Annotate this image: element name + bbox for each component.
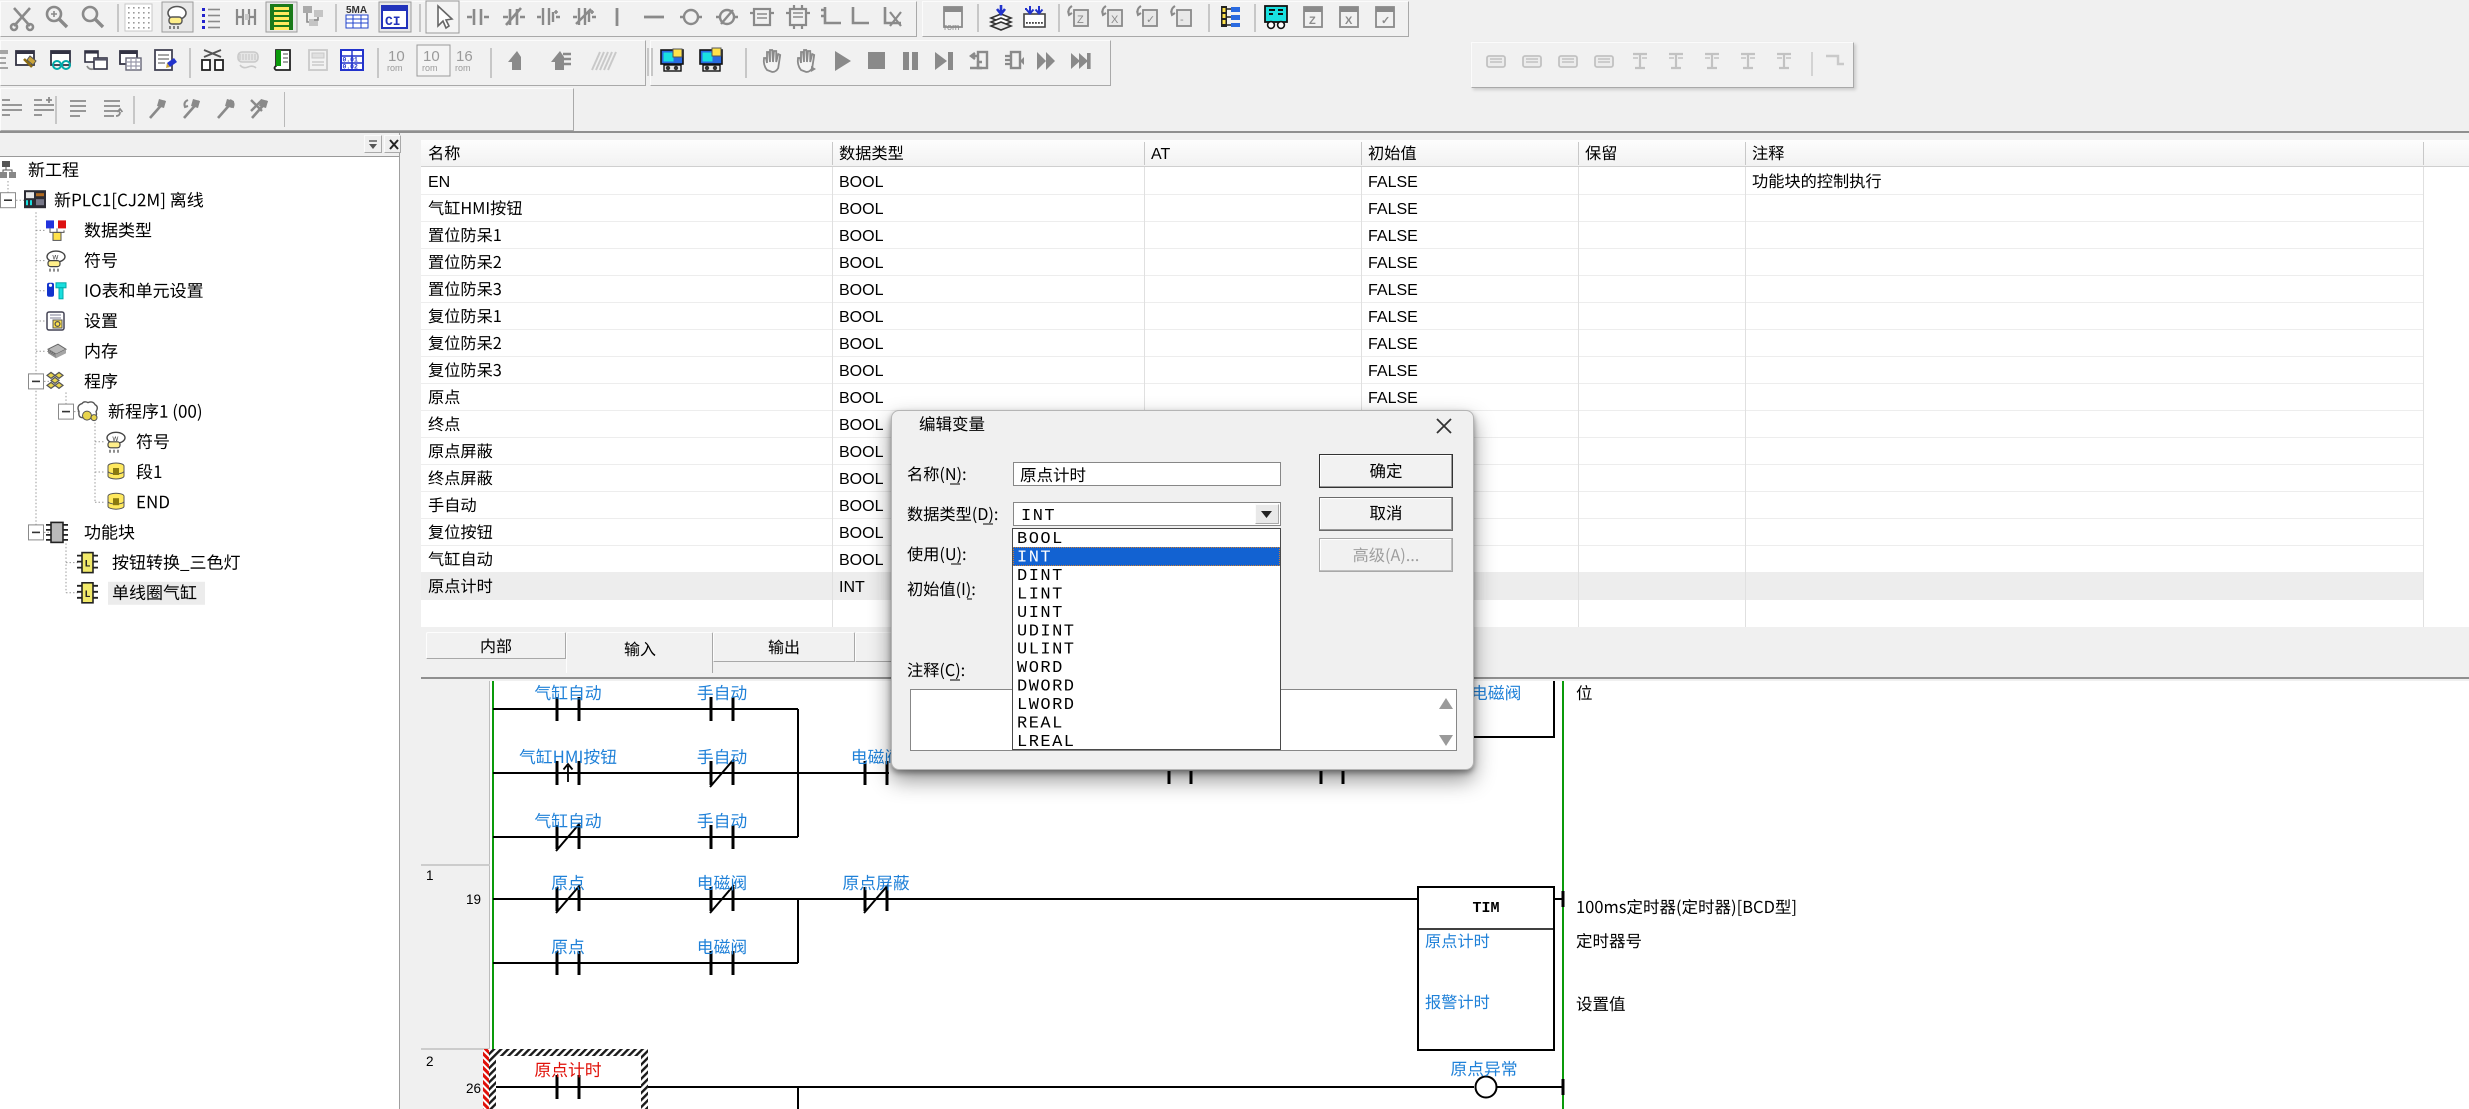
svg-text:DWORD: DWORD bbox=[1017, 678, 1076, 697]
svg-text:UDINT: UDINT bbox=[1017, 622, 1076, 641]
svg-text:DINT: DINT bbox=[1017, 567, 1064, 586]
svg-text:LWORD: LWORD bbox=[1017, 696, 1076, 715]
svg-text:INT: INT bbox=[1021, 507, 1056, 526]
svg-text:UINT: UINT bbox=[1017, 604, 1064, 623]
svg-text:ULINT: ULINT bbox=[1017, 641, 1076, 660]
svg-text:BOOL: BOOL bbox=[1017, 530, 1064, 549]
svg-text:LREAL: LREAL bbox=[1017, 733, 1076, 752]
svg-text:WORD: WORD bbox=[1017, 659, 1064, 678]
svg-text:LINT: LINT bbox=[1017, 586, 1064, 605]
svg-text:REAL: REAL bbox=[1017, 714, 1064, 733]
svg-text:INT: INT bbox=[1017, 549, 1052, 568]
